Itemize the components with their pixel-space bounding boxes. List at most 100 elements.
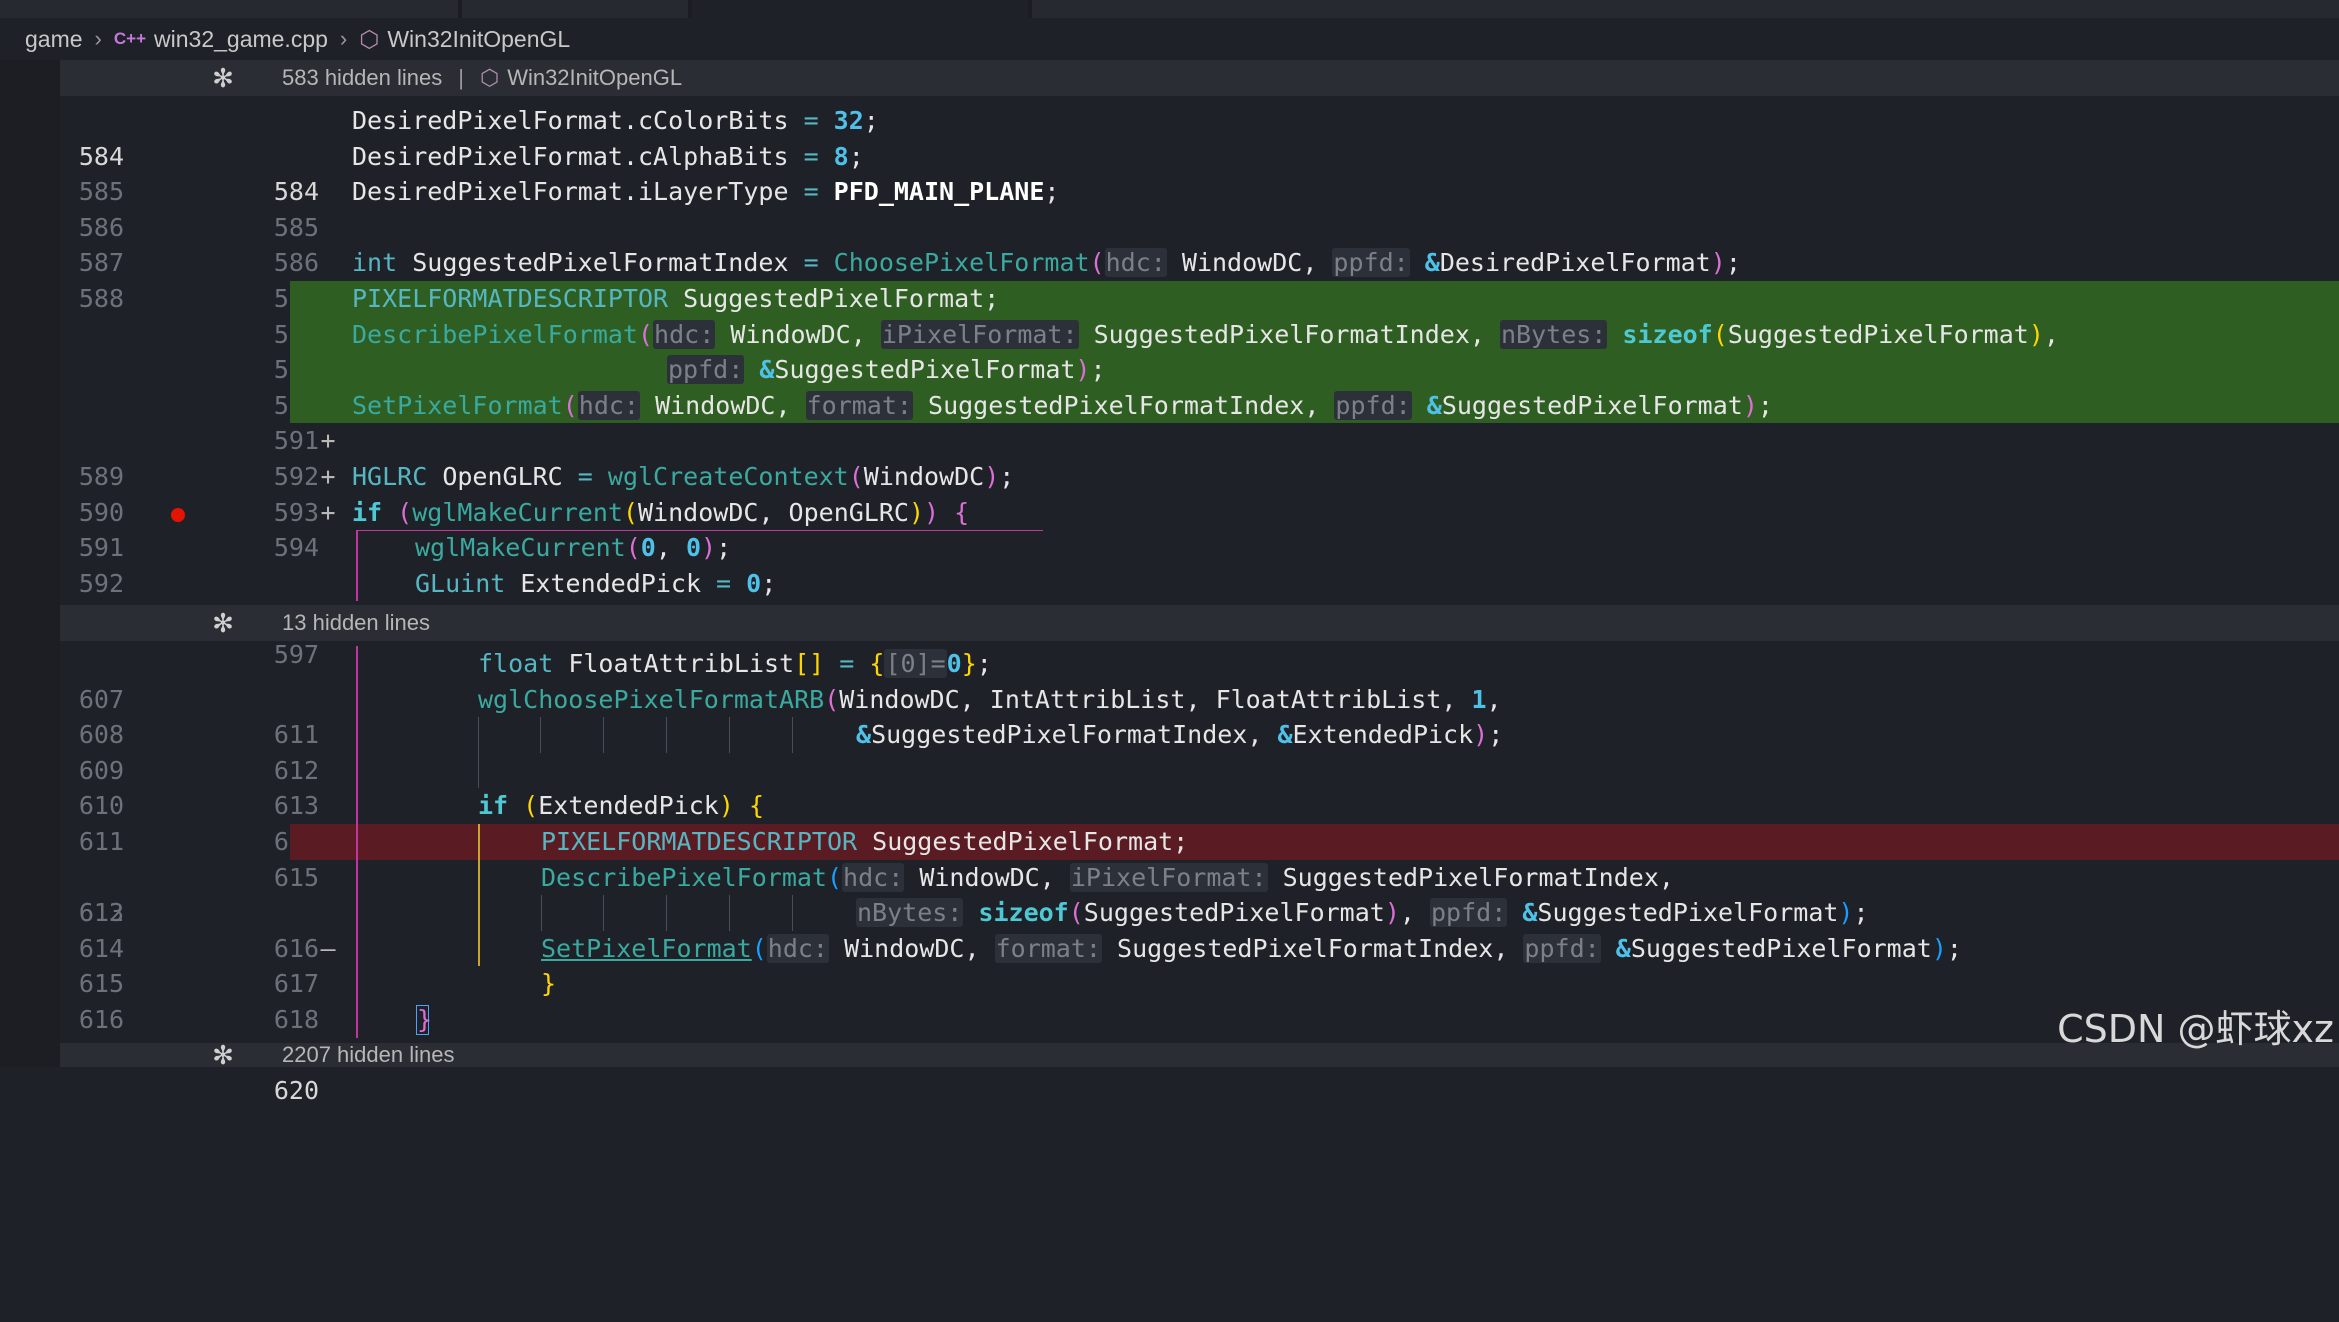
indent-guide xyxy=(356,717,358,753)
breadcrumb-symbol[interactable]: Win32InitOpenGL xyxy=(387,26,570,53)
code-line-added[interactable]: 589 + PIXELFORMATDESCRIPTOR SuggestedPix… xyxy=(60,280,2339,420)
chevron-right-icon: › xyxy=(94,26,102,51)
indent-guide xyxy=(356,859,358,896)
code-line-added[interactable]: 592 + SetPixelFormat(hdc: WindowDC, form… xyxy=(60,387,2339,527)
code-text: ppfd: &SuggestedPixelFormat); xyxy=(667,355,1106,385)
breakpoint-icon[interactable] xyxy=(171,507,185,522)
tab-strip-segment[interactable] xyxy=(0,0,458,18)
indent-guide xyxy=(478,859,480,896)
indent-guide xyxy=(792,895,793,931)
indent-guide xyxy=(729,717,730,753)
code-text: DesiredPixelFormat.cColorBits = 32; xyxy=(352,106,879,135)
code-line[interactable]: 615 618 SetPixelFormat(hdc: WindowDC, fo… xyxy=(60,930,2339,1034)
code-line[interactable]: 589 593 xyxy=(60,423,2339,527)
code-line[interactable]: 593 597 GLuint ExtendedPick = 0; xyxy=(60,565,2339,669)
indent-guide xyxy=(541,895,542,931)
hidden-lines-label[interactable]: 2207 hidden lines xyxy=(282,1043,454,1067)
code-text: DesiredPixelFormat.cAlphaBits = 8; xyxy=(352,141,864,171)
diff-code-block-2: 607 611 float FloatAttribList[] = {[0]=0… xyxy=(60,646,2339,1105)
diff-code-block-1: 584 584 DesiredPixelFormat.cColorBits = … xyxy=(60,103,2339,669)
code-text: SetPixelFormat(hdc: WindowDC, format: Su… xyxy=(352,390,1773,420)
snowflake-fold-icon[interactable]: ✻ xyxy=(178,1043,268,1067)
indent-guide xyxy=(356,895,358,931)
breadcrumb-folder[interactable]: game xyxy=(25,26,83,53)
indent-guide xyxy=(356,930,358,967)
code-line-removed[interactable]: 612 — PIXELFORMATDESCRIPTOR SuggestedPix… xyxy=(60,823,2339,963)
indent-guide xyxy=(356,788,358,824)
code-text: wglChoosePixelFormatARB(WindowDC, IntAtt… xyxy=(478,684,1502,714)
hidden-lines-bar[interactable]: ✻ 13 hidden lines xyxy=(60,605,2339,641)
code-text: PIXELFORMATDESCRIPTOR SuggestedPixelForm… xyxy=(541,826,1189,856)
code-line[interactable]: 617 620 } xyxy=(60,1001,2339,1105)
code-text: HGLRC OpenGLRC = wglCreateContext(Window… xyxy=(352,461,1015,491)
code-text: if (ExtendedPick) { xyxy=(478,791,765,821)
tab-strip-segment[interactable] xyxy=(692,0,1028,18)
chevron-right-icon: › xyxy=(339,26,348,51)
breadcrumb: game › C++ win32_game.cpp › ⬡ Win32InitO… xyxy=(0,18,2339,60)
code-line[interactable]: 616 619 } xyxy=(60,966,2339,1070)
indent-guide xyxy=(478,823,480,860)
hidden-lines-label[interactable]: 583 hidden lines xyxy=(282,65,442,91)
breadcrumb-file[interactable]: win32_game.cpp xyxy=(154,26,328,53)
cube-symbol-icon: ⬡ xyxy=(359,25,380,52)
code-text: float FloatAttribList[] = {[0]=0}; xyxy=(478,649,992,678)
code-line[interactable]: 590 594 HGLRC OpenGLRC = wglCreateContex… xyxy=(60,459,2339,562)
code-line[interactable]: 613 616 DescribePixelFormat(hdc: WindowD… xyxy=(60,859,2339,963)
code-text: &SuggestedPixelFormatIndex, &ExtendedPic… xyxy=(856,720,1504,750)
code-text: nBytes: sizeof(SuggestedPixelFormat), pp… xyxy=(856,898,1869,928)
new-line-number: 620 xyxy=(273,1076,319,1106)
code-line[interactable]: 586 586 DesiredPixelFormat.iLayerType = … xyxy=(60,174,2339,277)
indent-guide xyxy=(540,717,541,753)
code-text: } xyxy=(417,1004,433,1034)
code-line[interactable]: 591 595 if (wglMakeCurrent(WindowDC, Ope… xyxy=(60,495,2339,634)
hidden-lines-symbol[interactable]: Win32InitOpenGL xyxy=(507,65,682,91)
code-line[interactable]: 607 611 float FloatAttribList[] = {[0]=0… xyxy=(60,646,2339,749)
hidden-lines-bar[interactable]: ✻ 583 hidden lines | ⬡ Win32InitOpenGL xyxy=(60,60,2339,96)
tab-strip-segment[interactable] xyxy=(1032,0,2339,18)
indent-guide xyxy=(603,895,604,931)
indent-guide xyxy=(356,823,358,860)
code-line-added[interactable]: 591 + ppfd: &SuggestedPixelFormat); xyxy=(60,352,2339,491)
code-text: DesiredPixelFormat.iLayerType = PFD_MAIN… xyxy=(352,177,1060,207)
indent-guide xyxy=(666,717,667,753)
indent-guide xyxy=(356,565,358,602)
indent-guide xyxy=(356,752,358,789)
snowflake-fold-icon[interactable]: ✻ xyxy=(178,63,268,94)
code-text: if (wglMakeCurrent(WindowDC, OpenGLRC)) … xyxy=(352,497,970,527)
code-text: } xyxy=(541,969,557,999)
indent-guide xyxy=(356,966,358,1002)
code-text: int SuggestedPixelFormatIndex = ChoosePi… xyxy=(352,248,1741,278)
code-line[interactable]: 585 585 DesiredPixelFormat.cAlphaBits = … xyxy=(60,139,2339,242)
setpixelformat-link[interactable]: SetPixelFormat xyxy=(541,934,752,963)
code-line[interactable]: 614 617 nBytes: sizeof(SuggestedPixelFor… xyxy=(60,895,2339,998)
code-line[interactable]: 610 614 xyxy=(60,752,2339,856)
indent-guide xyxy=(356,530,358,566)
indent-guide xyxy=(603,717,604,753)
snowflake-fold-icon[interactable]: ✻ xyxy=(178,608,268,639)
code-line[interactable]: 588 588 int SuggestedPixelFormatIndex = … xyxy=(60,245,2339,349)
code-text: PIXELFORMATDESCRIPTOR SuggestedPixelForm… xyxy=(352,283,1000,313)
code-line[interactable]: 587 587 xyxy=(60,210,2339,313)
top-tab-strip xyxy=(0,0,2339,18)
indent-guide xyxy=(356,681,358,718)
code-text: GLuint ExtendedPick = 0; xyxy=(415,568,777,598)
watermark: CSDN @虾球xz xyxy=(2057,1007,2334,1051)
code-line-added[interactable]: 590 + DescribePixelFormat(hdc: WindowDC,… xyxy=(60,316,2339,455)
indent-guide xyxy=(666,895,667,931)
code-line[interactable]: 611 615 if (ExtendedPick) { xyxy=(60,788,2339,892)
code-line[interactable]: 608 612 wglChoosePixelFormatARB(WindowDC… xyxy=(60,681,2339,785)
hidden-lines-bar[interactable]: ✻ 2207 hidden lines xyxy=(60,1043,2339,1067)
cube-symbol-icon: ⬡ xyxy=(479,65,500,90)
code-line[interactable]: 609 613 &SuggestedPixelFormatIndex, &Ext… xyxy=(60,717,2339,820)
code-text: DescribePixelFormat(hdc: WindowDC, iPixe… xyxy=(541,862,1674,892)
tab-strip-segment[interactable] xyxy=(462,0,688,18)
indent-guide xyxy=(356,646,358,682)
code-line[interactable]: 592 596 wglMakeCurrent(0, 0); xyxy=(60,530,2339,633)
indent-guide xyxy=(478,752,479,789)
code-text: SetPixelFormat(hdc: WindowDC, format: Su… xyxy=(541,933,1962,963)
indent-guide xyxy=(729,895,730,931)
hidden-lines-label[interactable]: 13 hidden lines xyxy=(282,610,430,636)
cpp-file-icon: C++ xyxy=(113,29,147,48)
code-text: wglMakeCurrent(0, 0); xyxy=(415,533,732,563)
code-line[interactable]: 584 584 DesiredPixelFormat.cColorBits = … xyxy=(60,103,2339,206)
